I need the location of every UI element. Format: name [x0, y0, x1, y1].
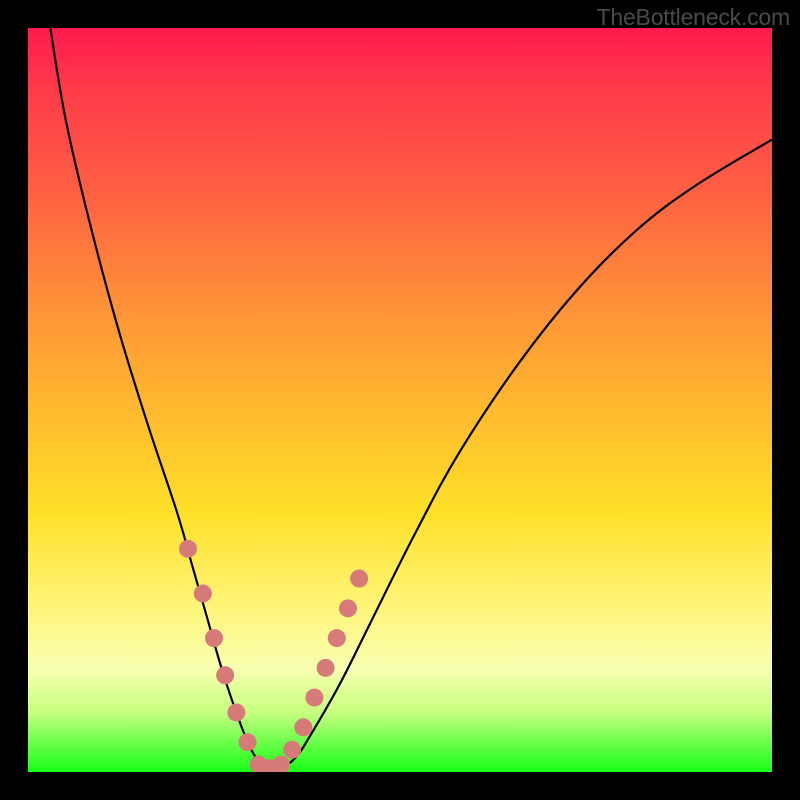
marker-dot: [339, 599, 357, 617]
marker-dot: [179, 540, 197, 558]
watermark-text: TheBottleneck.com: [597, 4, 790, 31]
marker-dot: [294, 718, 312, 736]
chart-frame: TheBottleneck.com: [0, 0, 800, 800]
marker-dot: [205, 629, 223, 647]
marker-dot: [350, 570, 368, 588]
curve-line: [50, 28, 772, 770]
marker-group: [179, 540, 368, 772]
plot-area: [28, 28, 772, 772]
marker-dot: [238, 733, 256, 751]
chart-svg: [28, 28, 772, 772]
marker-dot: [283, 741, 301, 759]
marker-dot: [227, 703, 245, 721]
marker-dot: [194, 584, 212, 602]
marker-dot: [328, 629, 346, 647]
bottleneck-curve: [50, 28, 772, 770]
marker-dot: [305, 689, 323, 707]
marker-dot: [317, 659, 335, 677]
marker-dot: [272, 756, 290, 772]
marker-dot: [216, 666, 234, 684]
